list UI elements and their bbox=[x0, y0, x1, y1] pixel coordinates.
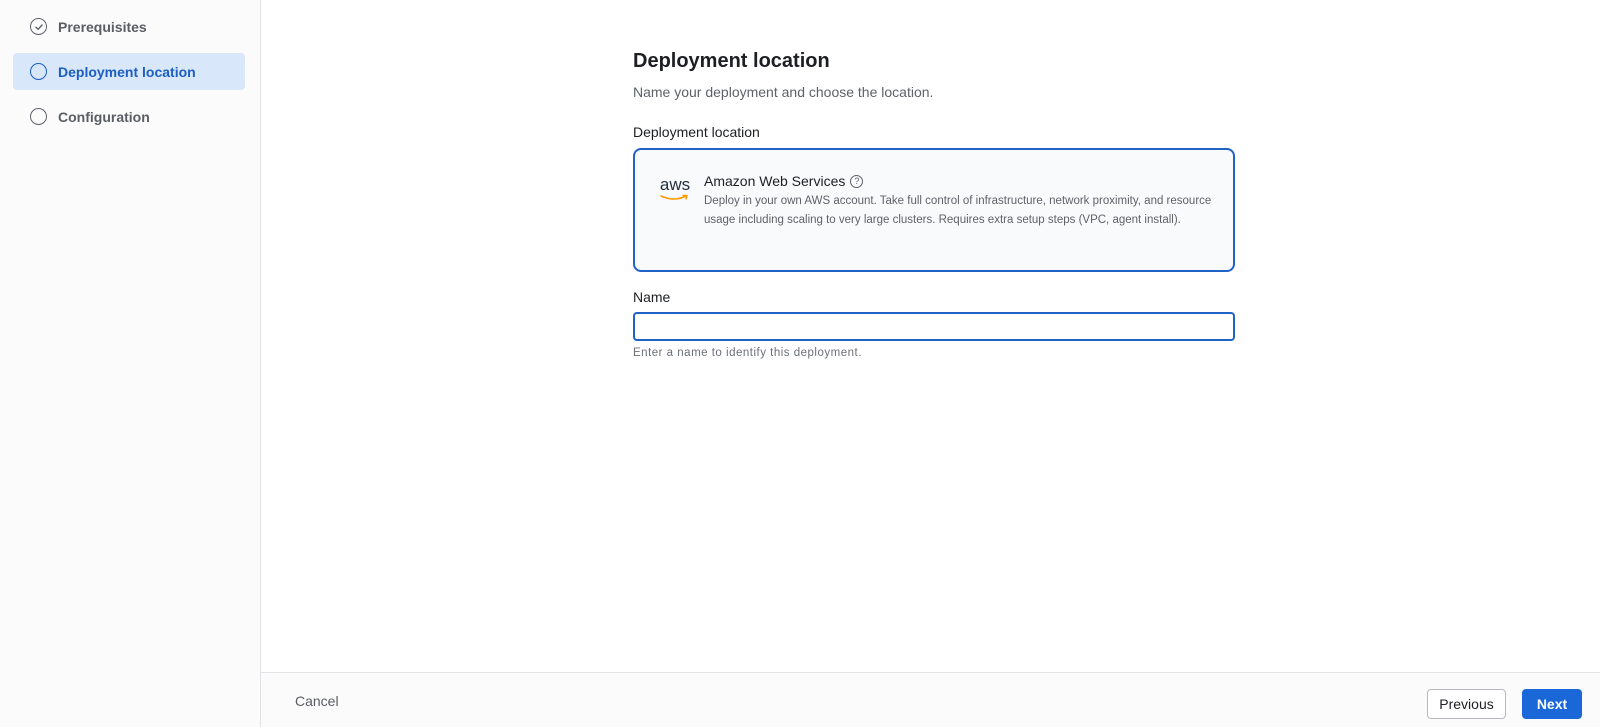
check-circle-icon bbox=[30, 18, 47, 35]
aws-location-card[interactable]: aws Amazon Web Services ? Deploy in your… bbox=[633, 148, 1235, 272]
cancel-button[interactable]: Cancel bbox=[295, 686, 339, 716]
aws-logo-icon: aws bbox=[659, 175, 691, 205]
name-helper-text: Enter a name to identify this deployment… bbox=[633, 347, 862, 359]
name-input[interactable] bbox=[633, 312, 1235, 341]
main-content: Deployment location Name your deployment… bbox=[261, 0, 1600, 672]
location-label: Deployment location bbox=[633, 124, 760, 140]
page-title: Deployment location bbox=[633, 50, 830, 72]
card-title: Amazon Web Services bbox=[704, 173, 846, 189]
wizard-footer: Cancel Previous Next bbox=[261, 672, 1600, 727]
wizard-sidebar: Prerequisites Deployment location Config… bbox=[0, 0, 261, 727]
step-deployment-location[interactable]: Deployment location bbox=[13, 53, 245, 90]
name-label: Name bbox=[633, 289, 671, 305]
step-label: Deployment location bbox=[58, 63, 196, 80]
step-prerequisites[interactable]: Prerequisites bbox=[13, 8, 245, 45]
help-icon[interactable]: ? bbox=[850, 174, 864, 188]
next-button[interactable]: Next bbox=[1522, 689, 1582, 719]
circle-icon bbox=[30, 108, 47, 125]
previous-button[interactable]: Previous bbox=[1427, 689, 1506, 719]
step-label: Prerequisites bbox=[58, 18, 147, 35]
card-description: Deploy in your own AWS account. Take ful… bbox=[704, 195, 1212, 226]
aws-logo-text: aws bbox=[659, 175, 691, 194]
card-body: Amazon Web Services ? Deploy in your own… bbox=[704, 173, 1215, 230]
step-label: Configuration bbox=[58, 108, 150, 125]
step-configuration[interactable]: Configuration bbox=[13, 98, 245, 135]
page-subtitle: Name your deployment and choose the loca… bbox=[633, 84, 934, 100]
circle-icon bbox=[30, 63, 47, 80]
card-title-row: Amazon Web Services ? bbox=[704, 173, 1215, 189]
form-section: Deployment location Name your deployment… bbox=[633, 50, 1235, 359]
